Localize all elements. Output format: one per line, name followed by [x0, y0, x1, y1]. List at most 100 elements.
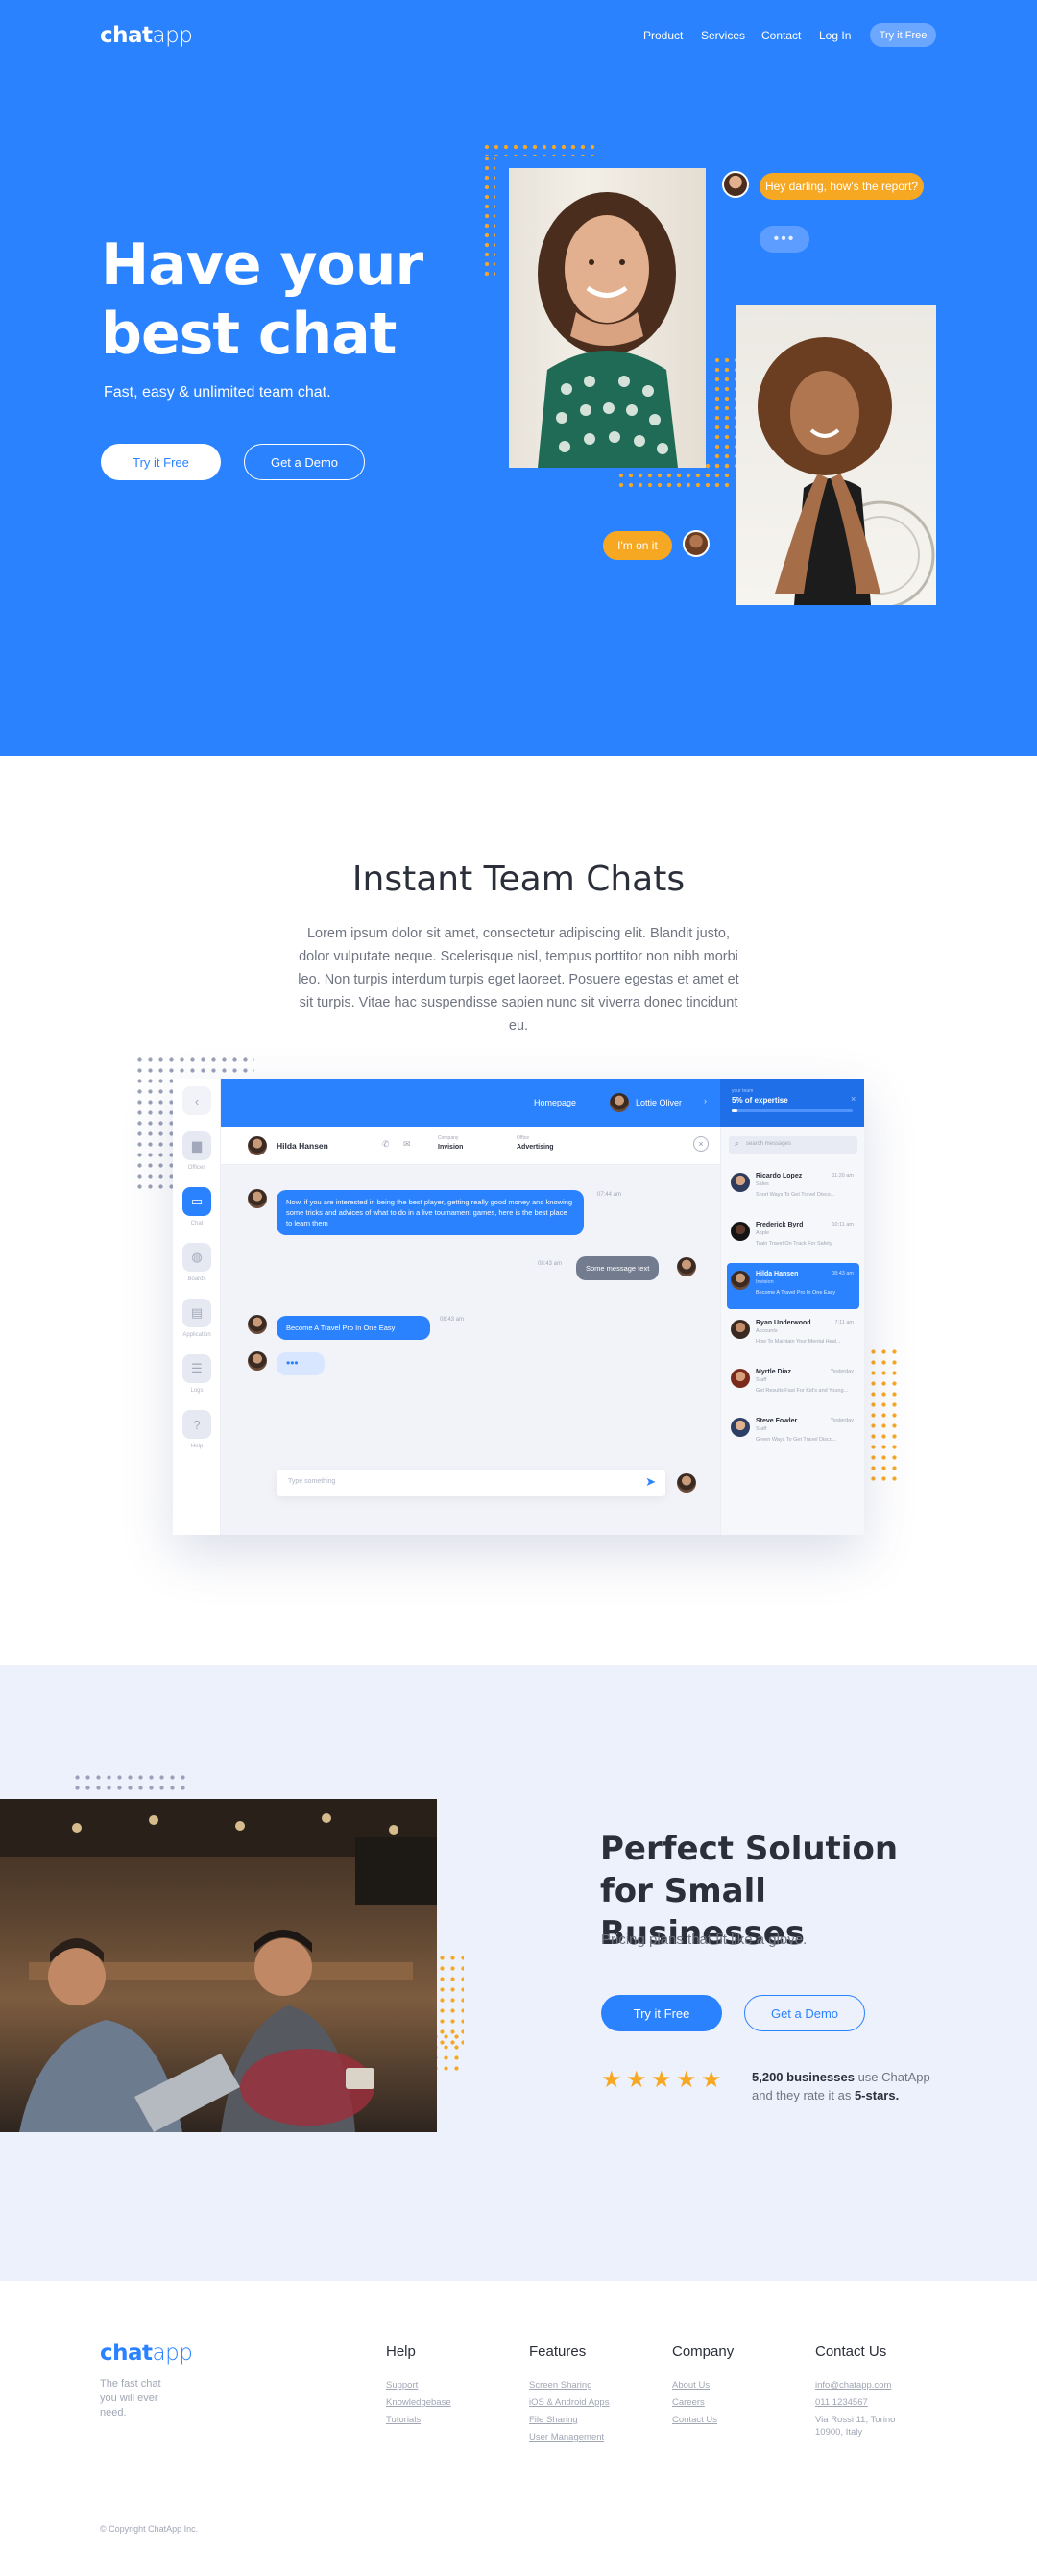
list-icon: ☰ — [182, 1354, 211, 1383]
footer-link[interactable]: Screen Sharing — [529, 2379, 591, 2392]
hero-title: Have your best chat — [101, 231, 423, 368]
team-chats-text: Lorem ipsum dolor sit amet, consectetur … — [298, 926, 739, 1033]
avatar — [248, 1136, 267, 1155]
solution-try-free-button[interactable]: Try it Free — [601, 1995, 722, 2031]
footer-logo[interactable]: chatapp — [100, 2341, 193, 2366]
team-chats-title: Instant Team Chats — [351, 860, 686, 899]
avatar — [677, 1257, 696, 1276]
footer-tagline: The fast chat you will ever need. — [100, 2378, 161, 2418]
company-label: Company — [438, 1135, 459, 1141]
footer-link[interactable]: User Management — [529, 2431, 604, 2443]
dot-pattern — [712, 355, 739, 471]
message-input-placeholder: Type something — [288, 1478, 336, 1485]
progress-bar — [732, 1109, 853, 1112]
avatar — [677, 1473, 696, 1493]
sidebar-back[interactable]: ‹ — [182, 1086, 211, 1115]
star-icon: ★ — [626, 2067, 647, 2093]
footer-heading: Help — [386, 2344, 416, 2360]
nav-contact[interactable]: Contact — [761, 29, 801, 42]
office-value: Advertising — [517, 1144, 554, 1151]
dot-pattern — [482, 142, 597, 156]
avatar — [248, 1351, 267, 1371]
dot-pattern — [72, 1772, 187, 1795]
hero-subtitle: Fast, easy & unlimited team chat. — [104, 384, 331, 401]
sidebar-label: Application — [182, 1332, 211, 1338]
conversation-name: Hilda Hansen — [277, 1141, 328, 1151]
footer-address: Via Rossi 11, Torino 10900, Italy — [815, 2415, 896, 2438]
copyright: © Copyright ChatApp Inc. — [100, 2524, 199, 2534]
avatar — [731, 1222, 750, 1241]
hero-try-free-button[interactable]: Try it Free — [101, 444, 221, 480]
send-icon[interactable]: ➤ — [645, 1474, 656, 1490]
nav-try-free-button[interactable]: Try it Free — [870, 23, 936, 47]
sidebar-label: Logs — [190, 1388, 204, 1394]
sidebar-label: Help — [190, 1444, 204, 1449]
conversation-header: Hilda Hansen ✆ ✉ Company Invision Office… — [221, 1127, 720, 1165]
chat-icon: ▭ — [182, 1187, 211, 1216]
star-icon: ★ — [651, 2067, 672, 2093]
woman-photo-2 — [736, 305, 936, 605]
message-time: 08:43 am — [538, 1261, 563, 1267]
sidebar-label: Boards — [187, 1276, 206, 1282]
footer-link[interactable]: Careers — [672, 2396, 705, 2409]
footer-link[interactable]: About Us — [672, 2379, 710, 2392]
contact-item[interactable]: Myrtle Diaz Staff Get Results Fast For Kid… — [727, 1361, 859, 1407]
briefcase-icon: ▆ — [182, 1131, 211, 1160]
nav-services[interactable]: Services — [701, 29, 745, 42]
logo[interactable]: chatapp — [100, 23, 193, 48]
contact-item[interactable]: Steve Fowler Staff Green Ways To Get Trave… — [727, 1410, 859, 1456]
sidebar-item-offices[interactable]: ▆ Offices — [182, 1131, 211, 1171]
avatar — [248, 1315, 267, 1334]
cafe-photo — [0, 1799, 437, 2132]
nav-login[interactable]: Log In — [819, 29, 851, 42]
sidebar-item-logs[interactable]: ☰ Logs — [182, 1354, 211, 1394]
message-input[interactable]: Type something ➤ — [277, 1470, 665, 1496]
close-conversation-icon[interactable]: × — [693, 1136, 709, 1152]
footer-link[interactable]: info@chatapp.com — [815, 2379, 891, 2392]
dot-pattern — [868, 1347, 901, 1481]
chevron-right-icon[interactable]: › — [704, 1096, 707, 1106]
contact-item[interactable]: Ricardo Lopez Sales Short Ways To Get Trav… — [727, 1165, 859, 1211]
footer-link[interactable]: Contact Us — [672, 2414, 717, 2426]
woman-photo-1 — [509, 168, 706, 468]
dot-pattern — [437, 1953, 464, 2049]
solution-get-demo-button[interactable]: Get a Demo — [744, 1995, 865, 2031]
contact-list: ⌕ search messages Ricardo Lopez Sales Shor… — [720, 1127, 864, 1535]
footer-link[interactable]: Knowledgebase — [386, 2396, 451, 2409]
message-bubble: Now, if you are interested in being the … — [277, 1190, 584, 1235]
user-name[interactable]: Lottie Oliver — [636, 1098, 682, 1107]
footer-link[interactable]: Support — [386, 2379, 418, 2392]
message-bubble: Some message text — [576, 1256, 660, 1280]
mail-icon[interactable]: ✉ — [403, 1139, 411, 1150]
dot-pattern — [482, 154, 495, 279]
typing-indicator: ••• — [760, 226, 809, 253]
star-icon: ★ — [601, 2067, 622, 2093]
sidebar-item-application[interactable]: ▤ Application — [182, 1299, 211, 1338]
app-mockup: ‹ ▆ Offices ▭ Chat ◍ Boards ▤ Applicatio… — [173, 1079, 864, 1535]
contact-item[interactable]: Frederick Byrd Apple Train Travel On Track… — [727, 1214, 859, 1260]
footer-link[interactable]: iOS & Android Apps — [529, 2396, 609, 2409]
solution-subtitle: Pricing plans that fit like a glove. — [601, 1932, 808, 1948]
contact-item-active[interactable]: Hilda Hansen Invision Become A Travel Pro … — [727, 1263, 859, 1309]
nav-product[interactable]: Product — [643, 29, 683, 42]
sidebar-item-help[interactable]: ? Help — [182, 1410, 211, 1449]
avatar — [610, 1093, 629, 1112]
phone-icon[interactable]: ✆ — [382, 1139, 390, 1150]
office-label: Office — [517, 1135, 529, 1141]
chat-bubble-top: Hey darling, how's the report? — [760, 173, 924, 200]
footer-link[interactable]: File Sharing — [529, 2414, 578, 2426]
search-input[interactable]: ⌕ search messages — [729, 1136, 857, 1154]
homepage-link[interactable]: Homepage — [534, 1098, 576, 1107]
progress-panel: your team 5% of expertise × — [720, 1079, 864, 1127]
globe-icon: ◍ — [182, 1243, 211, 1272]
sidebar-item-boards[interactable]: ◍ Boards — [182, 1243, 211, 1282]
hero-get-demo-button[interactable]: Get a Demo — [244, 444, 365, 480]
close-icon[interactable]: × — [851, 1094, 856, 1104]
footer-link[interactable]: Tutorials — [386, 2414, 421, 2426]
contact-item[interactable]: Ryan Underwood Accounts How To Maintain Yo… — [727, 1312, 859, 1358]
sidebar-item-chat[interactable]: ▭ Chat — [182, 1187, 211, 1227]
footer-link[interactable]: 011 1234567 — [815, 2396, 868, 2409]
company-value: Invision — [438, 1144, 464, 1151]
avatar — [722, 171, 749, 198]
footer-heading: Features — [529, 2344, 587, 2360]
